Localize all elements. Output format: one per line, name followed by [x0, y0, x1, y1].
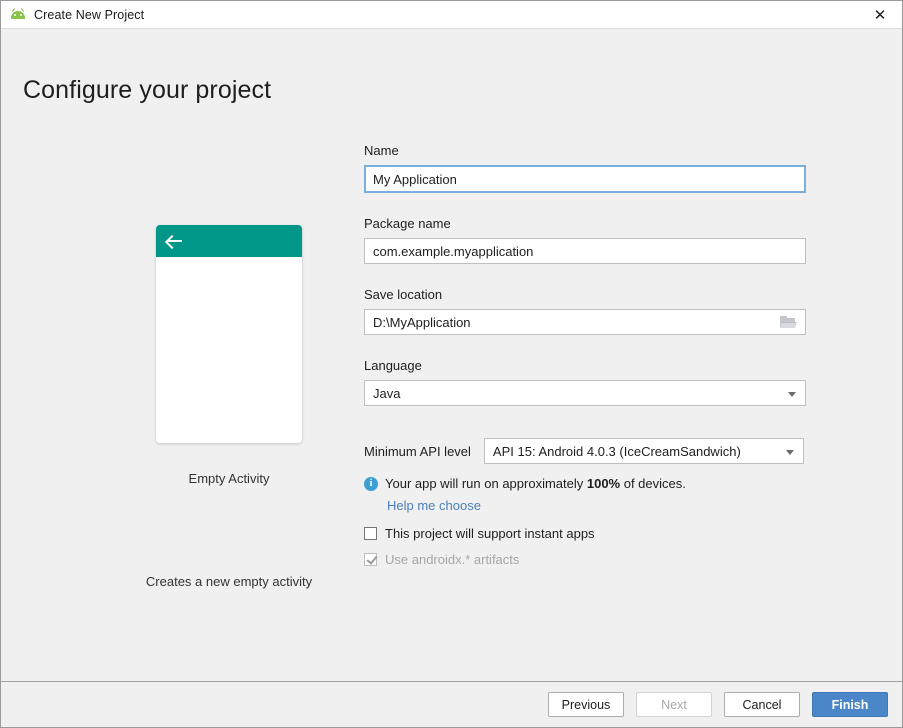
language-label: Language: [364, 358, 806, 373]
minimum-api-value: API 15: Android 4.0.3 (IceCreamSandwich): [493, 444, 741, 459]
window-title: Create New Project: [34, 8, 144, 22]
androidx-label: Use androidx.* artifacts: [385, 552, 519, 567]
save-location-label: Save location: [364, 287, 806, 302]
name-field-group: Name My Application: [364, 143, 806, 193]
save-location-field-group: Save location D:\MyApplication: [364, 287, 806, 335]
chevron-down-icon: [788, 392, 796, 397]
instant-apps-label: This project will support instant apps: [385, 526, 595, 541]
next-button: Next: [636, 692, 712, 717]
minimum-api-row: Minimum API level API 15: Android 4.0.3 …: [364, 438, 806, 464]
create-new-project-dialog: Create New Project ✕ Configure your proj…: [0, 0, 903, 728]
activity-preview-card: [156, 225, 302, 443]
device-coverage-info: i Your app will run on approximately 100…: [364, 476, 806, 491]
dialog-footer: Previous Next Cancel Finish: [1, 681, 902, 727]
previous-button[interactable]: Previous: [548, 692, 624, 717]
back-arrow-icon: [167, 234, 183, 248]
coverage-percent: 100%: [587, 476, 620, 491]
instant-apps-checkbox[interactable]: [364, 527, 377, 540]
package-name-field-group: Package name com.example.myapplication: [364, 216, 806, 264]
dialog-body: Configure your project Empty Activity Cr…: [1, 29, 902, 681]
project-config-form: Name My Application Package name com.exa…: [364, 143, 806, 567]
save-location-input[interactable]: D:\MyApplication: [364, 309, 806, 335]
cancel-button[interactable]: Cancel: [724, 692, 800, 717]
save-location-value: D:\MyApplication: [373, 315, 471, 330]
language-select[interactable]: Java: [364, 380, 806, 406]
coverage-text-after: of devices.: [620, 476, 686, 491]
title-bar: Create New Project ✕: [1, 1, 902, 29]
package-name-label: Package name: [364, 216, 806, 231]
device-coverage-text: Your app will run on approximately 100% …: [385, 476, 686, 491]
language-field-group: Language Java: [364, 358, 806, 406]
minimum-api-label: Minimum API level: [364, 444, 471, 459]
chevron-down-icon: [786, 450, 794, 455]
folder-icon[interactable]: [780, 316, 796, 329]
page-title: Configure your project: [23, 76, 271, 105]
instant-apps-row[interactable]: This project will support instant apps: [364, 526, 806, 541]
finish-button[interactable]: Finish: [812, 692, 888, 717]
help-me-choose-link[interactable]: Help me choose: [387, 498, 806, 513]
androidx-checkbox: [364, 553, 377, 566]
name-input[interactable]: My Application: [364, 165, 806, 193]
template-preview-panel: Empty Activity Creates a new empty activ…: [79, 225, 379, 589]
androidx-row: Use androidx.* artifacts: [364, 552, 806, 567]
minimum-api-select[interactable]: API 15: Android 4.0.3 (IceCreamSandwich): [484, 438, 804, 464]
name-label: Name: [364, 143, 806, 158]
android-robot-icon: [10, 7, 26, 23]
template-description-label: Creates a new empty activity: [79, 574, 379, 589]
package-name-input[interactable]: com.example.myapplication: [364, 238, 806, 264]
info-icon: i: [364, 477, 378, 491]
preview-app-bar: [156, 225, 302, 257]
language-value: Java: [373, 386, 400, 401]
coverage-text-before: Your app will run on approximately: [385, 476, 587, 491]
template-name-label: Empty Activity: [79, 471, 379, 486]
close-icon[interactable]: ✕: [858, 1, 902, 28]
